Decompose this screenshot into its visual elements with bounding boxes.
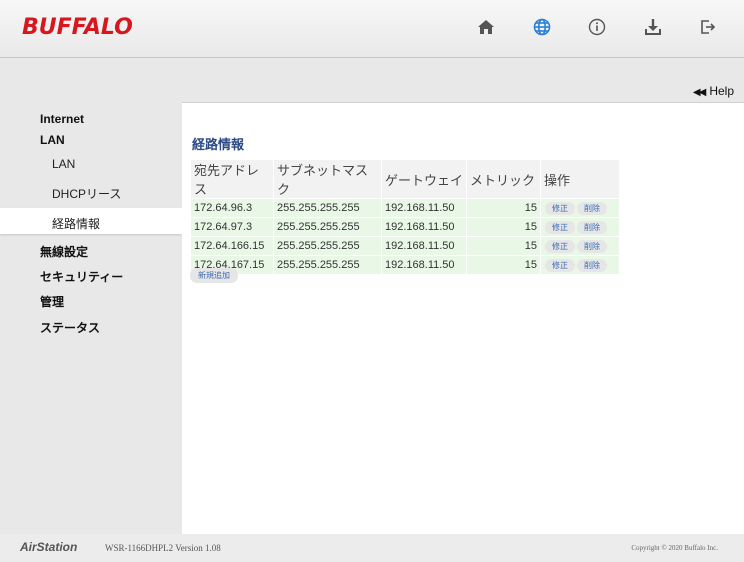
- cell-subnet-mask: 255.255.255.255: [274, 256, 381, 274]
- cell-metric: 15: [467, 237, 540, 255]
- footer: AirStation WSR-1166DHPL2 Version 1.08 Co…: [0, 534, 744, 562]
- delete-button[interactable]: 削除: [577, 258, 607, 272]
- sidebar-item-status[interactable]: ステータス: [40, 319, 100, 336]
- double-left-arrow-icon: ◀◀: [692, 87, 706, 98]
- help-label: Help: [709, 84, 734, 98]
- edit-button[interactable]: 修正: [545, 239, 575, 253]
- cell-metric: 15: [467, 199, 540, 217]
- help-link[interactable]: ◀◀ Help: [693, 84, 734, 98]
- table-row: 172.64.97.3 255.255.255.255 192.168.11.5…: [191, 218, 619, 236]
- edit-button[interactable]: 修正: [545, 220, 575, 234]
- col-metric: メトリック: [467, 160, 540, 198]
- cell-subnet-mask: 255.255.255.255: [274, 237, 381, 255]
- logout-icon[interactable]: [697, 16, 719, 38]
- cell-gateway: 192.168.11.50: [382, 237, 466, 255]
- routes-table: 宛先アドレス サブネットマスク ゲートウェイ メトリック 操作 172.64.9…: [190, 159, 620, 275]
- col-subnet-mask: サブネットマスク: [274, 160, 381, 198]
- delete-button[interactable]: 削除: [577, 239, 607, 253]
- cell-actions: 修正 削除: [541, 237, 619, 255]
- airstation-logo: AirStation: [20, 540, 78, 554]
- edit-button[interactable]: 修正: [545, 201, 575, 215]
- globe-icon[interactable]: [531, 16, 553, 38]
- cell-actions: 修正 削除: [541, 218, 619, 236]
- table-header-row: 宛先アドレス サブネットマスク ゲートウェイ メトリック 操作: [191, 160, 619, 198]
- table-row: 172.64.166.15 255.255.255.255 192.168.11…: [191, 237, 619, 255]
- add-new-button[interactable]: 新規追加: [190, 268, 238, 283]
- model-version: WSR-1166DHPL2 Version 1.08: [105, 543, 221, 553]
- sidebar-subitem-dhcp-lease[interactable]: DHCPリース: [52, 185, 121, 202]
- info-icon[interactable]: [586, 16, 608, 38]
- sidebar-item-security[interactable]: セキュリティー: [40, 268, 123, 285]
- copyright: Copyright © 2020 Buffalo Inc.: [631, 544, 718, 552]
- sidebar-item-wireless[interactable]: 無線設定: [40, 243, 88, 260]
- delete-button[interactable]: 削除: [577, 220, 607, 234]
- download-icon[interactable]: [642, 16, 664, 38]
- edit-button[interactable]: 修正: [545, 258, 575, 272]
- cell-metric: 15: [467, 218, 540, 236]
- sidebar-item-lan[interactable]: LAN: [40, 133, 65, 147]
- sidebar-item-internet[interactable]: Internet: [40, 112, 84, 126]
- col-destination: 宛先アドレス: [191, 160, 273, 198]
- home-icon[interactable]: [475, 16, 497, 38]
- cell-subnet-mask: 255.255.255.255: [274, 218, 381, 236]
- delete-button[interactable]: 削除: [577, 201, 607, 215]
- cell-gateway: 192.168.11.50: [382, 199, 466, 217]
- col-gateway: ゲートウェイ: [382, 160, 466, 198]
- col-actions: 操作: [541, 160, 619, 198]
- sidebar-subitem-route-info[interactable]: 経路情報: [52, 215, 100, 232]
- cell-metric: 15: [467, 256, 540, 274]
- cell-subnet-mask: 255.255.255.255: [274, 199, 381, 217]
- main-panel: 経路情報 宛先アドレス サブネットマスク ゲートウェイ メトリック 操作 172…: [182, 102, 744, 534]
- table-row: 172.64.167.15 255.255.255.255 192.168.11…: [191, 256, 619, 274]
- cell-actions: 修正 削除: [541, 256, 619, 274]
- sidebar-subitem-lan[interactable]: LAN: [52, 157, 75, 171]
- cell-gateway: 192.168.11.50: [382, 256, 466, 274]
- buffalo-logo: BUFFALO: [22, 15, 133, 40]
- cell-actions: 修正 削除: [541, 199, 619, 217]
- top-header: BUFFALO: [0, 0, 744, 58]
- table-row: 172.64.96.3 255.255.255.255 192.168.11.5…: [191, 199, 619, 217]
- page-title: 経路情報: [192, 137, 245, 152]
- cell-gateway: 192.168.11.50: [382, 218, 466, 236]
- sidebar-item-management[interactable]: 管理: [40, 293, 64, 310]
- cell-destination: 172.64.96.3: [191, 199, 273, 217]
- cell-destination: 172.64.97.3: [191, 218, 273, 236]
- cell-destination: 172.64.166.15: [191, 237, 273, 255]
